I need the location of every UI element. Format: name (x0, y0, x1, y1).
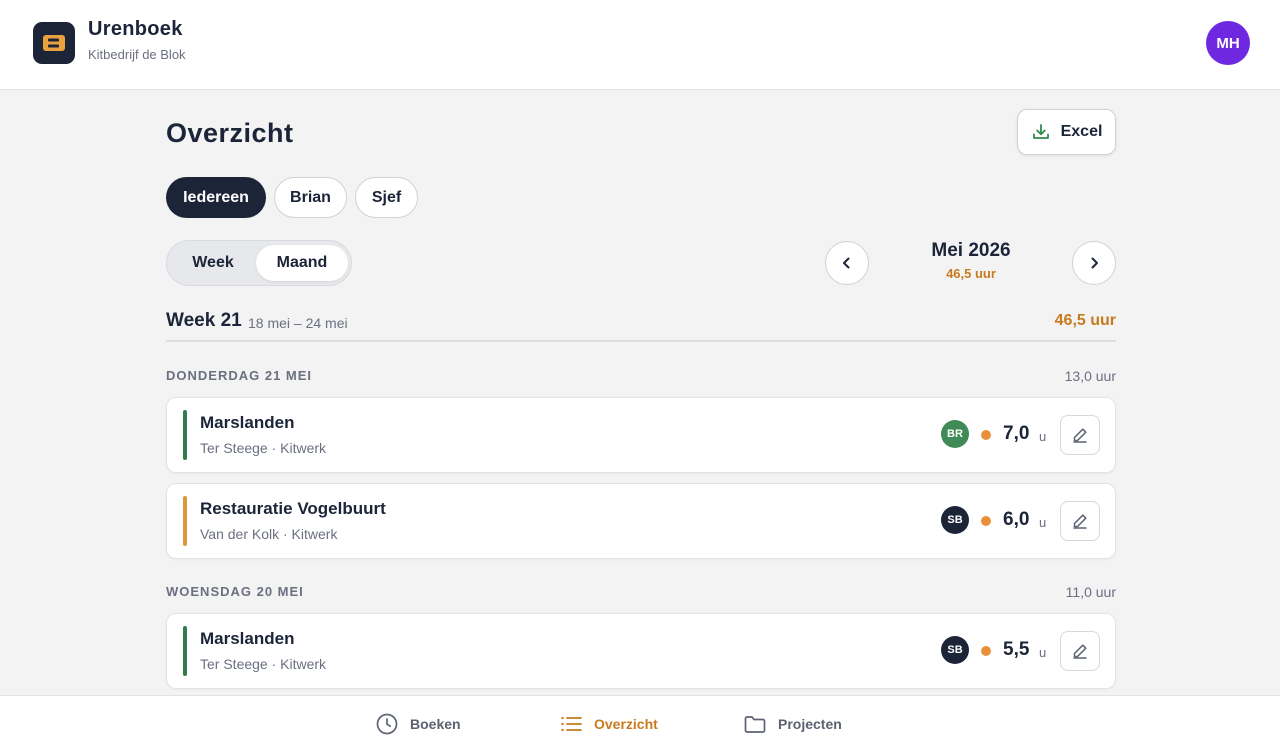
employee-avatar: BR (941, 420, 969, 448)
period-label: Mei 2026 (931, 240, 1011, 261)
entry-client-task: Van der Kolk · Kitwerk (200, 526, 338, 542)
toggle-maand[interactable]: Maand (256, 245, 348, 281)
time-entry[interactable]: Marslanden Ter Steege · Kitwerk SB 5,5 u (166, 613, 1116, 689)
entry-hours: 7,0 (1003, 423, 1030, 444)
entry-hours: 5,5 (1003, 639, 1030, 660)
toggle-week[interactable]: Week (171, 245, 255, 281)
status-dot (981, 646, 991, 656)
day-label: WOENSDAG 20 MEI (166, 584, 304, 599)
status-dot (981, 430, 991, 440)
pencil-icon (1073, 514, 1087, 529)
app-title: Urenboek (88, 18, 183, 40)
excel-export-button[interactable]: Excel (1017, 109, 1116, 155)
pencil-icon (1073, 644, 1087, 659)
time-entry[interactable]: Restauratie Vogelbuurt Van der Kolk · Ki… (166, 483, 1116, 559)
company-name: Kitbedrijf de Blok (88, 47, 186, 62)
week-divider (166, 340, 1116, 342)
top-bar: Urenboek Kitbedrijf de Blok MH (0, 0, 1280, 90)
project-color-bar (183, 410, 187, 460)
clock-icon (376, 713, 398, 735)
edit-entry-button[interactable] (1060, 501, 1100, 541)
logo-mark-icon (43, 35, 65, 51)
entry-project: Marslanden (200, 413, 295, 432)
entry-hours-unit: u (1039, 429, 1047, 444)
tab-projecten[interactable]: Projecten (743, 712, 842, 736)
user-avatar[interactable]: MH (1206, 21, 1250, 65)
bottom-tab-bar: Boeken Overzicht Projecten (0, 695, 1280, 747)
entry-hours-unit: u (1039, 645, 1047, 660)
list-icon (561, 716, 582, 732)
entry-hours: 6,0 (1003, 509, 1030, 530)
time-entry[interactable]: Marslanden Ter Steege · Kitwerk BR 7,0 u (166, 397, 1116, 473)
tab-overzicht[interactable]: Overzicht (559, 712, 658, 736)
page-title: Overzicht (166, 118, 294, 148)
tab-label: Boeken (410, 716, 461, 732)
project-color-bar (183, 496, 187, 546)
entry-project: Marslanden (200, 629, 295, 648)
entry-client-task: Ter Steege · Kitwerk (200, 440, 327, 456)
tab-label: Overzicht (594, 716, 658, 732)
day-label: DONDERDAG 21 MEI (166, 368, 313, 383)
week-title: Week 21 (166, 310, 242, 331)
employee-avatar: SB (941, 506, 969, 534)
day-total: 11,0 uur (1065, 584, 1116, 600)
folder-icon (744, 716, 766, 733)
day-total: 13,0 uur (1064, 368, 1116, 384)
next-period-button[interactable] (1072, 241, 1116, 285)
pencil-icon (1073, 428, 1087, 443)
entry-project: Restauratie Vogelbuurt (200, 499, 386, 518)
employee-avatar: SB (941, 636, 969, 664)
excel-export-label: Excel (1060, 123, 1103, 140)
tab-boeken[interactable]: Boeken (375, 712, 461, 736)
entry-hours-unit: u (1039, 515, 1047, 530)
download-icon (1032, 124, 1049, 139)
project-color-bar (183, 626, 187, 676)
week-range: 18 mei – 24 mei (248, 315, 348, 331)
period-hours: 46,5 uur (946, 266, 996, 281)
filter-chip-brian[interactable]: Brian (274, 177, 347, 218)
week-total: 46,5 uur (1054, 312, 1116, 329)
app-logo[interactable] (33, 22, 75, 64)
filter-chip-iedereen[interactable]: Iedereen (166, 177, 266, 218)
previous-period-button[interactable] (825, 241, 869, 285)
chevron-right-icon (1091, 257, 1098, 269)
chevron-left-icon (843, 257, 850, 269)
entry-client-task: Ter Steege · Kitwerk (200, 656, 327, 672)
edit-entry-button[interactable] (1060, 415, 1100, 455)
period-toggle: Week Maand (166, 240, 352, 286)
status-dot (981, 516, 991, 526)
edit-entry-button[interactable] (1060, 631, 1100, 671)
tab-label: Projecten (778, 716, 842, 732)
filter-chip-sjef[interactable]: Sjef (355, 177, 418, 218)
